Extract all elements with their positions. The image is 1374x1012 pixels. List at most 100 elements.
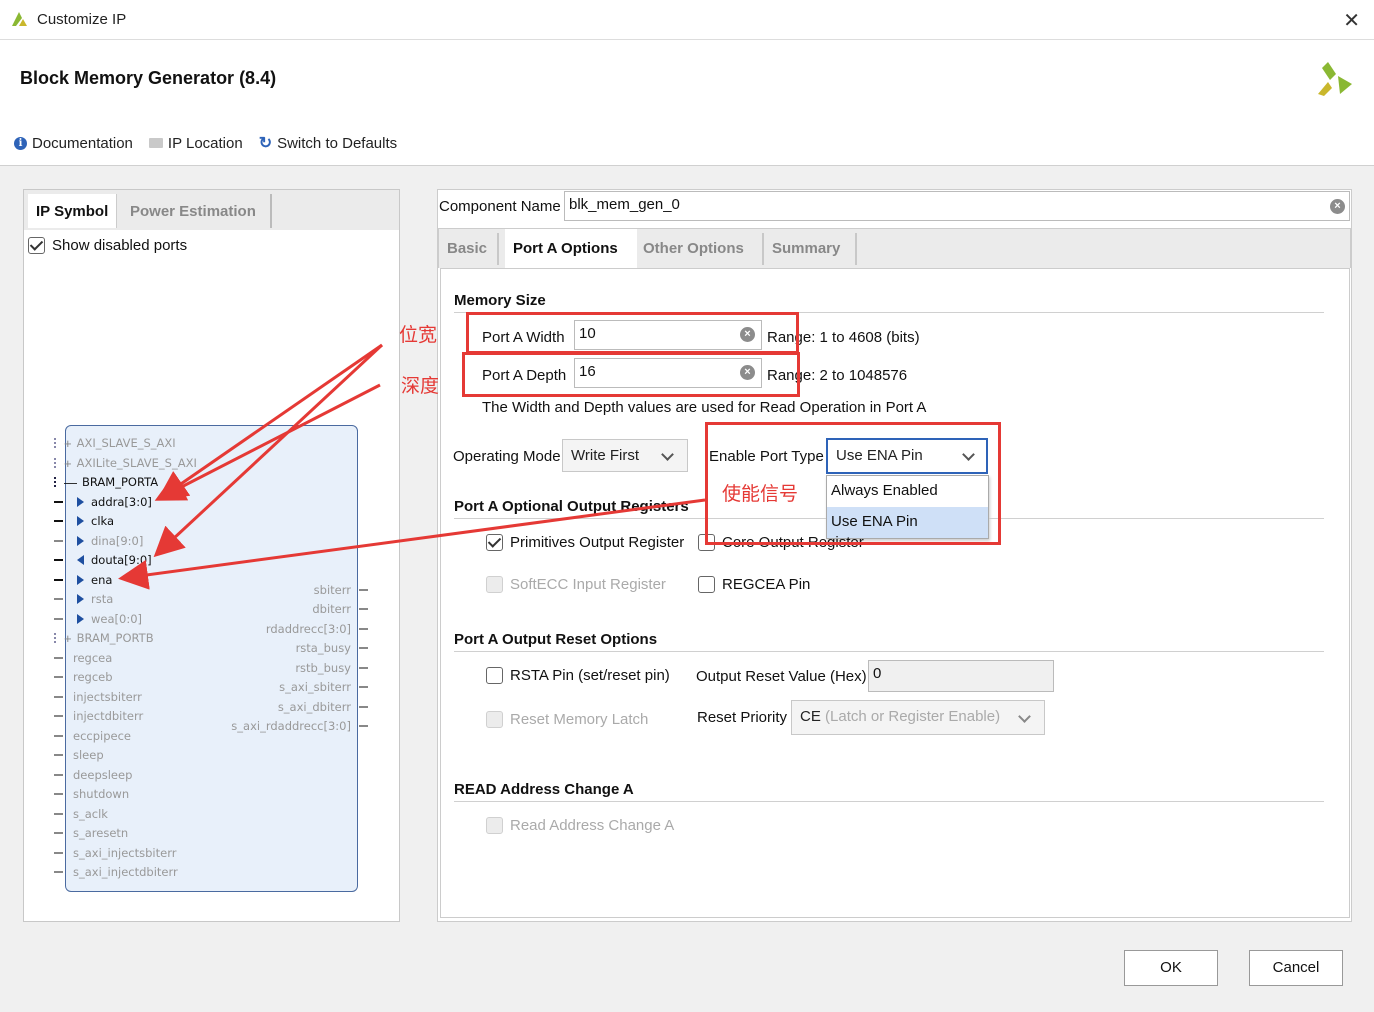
port-label: AXI_SLAVE_S_AXI	[76, 436, 176, 450]
port-out-rstb-busy: rstb_busy	[295, 661, 368, 675]
port-out-s-axi-rdaddrecc-3-0-: s_axi_rdaddrecc[3:0]	[231, 719, 368, 733]
switch-defaults-link[interactable]: ↻ Switch to Defaults	[259, 133, 397, 153]
ip-location-link[interactable]: IP Location	[148, 133, 243, 153]
cancel-button[interactable]: Cancel	[1249, 950, 1343, 986]
tab-power-estimation[interactable]: Power Estimation	[122, 194, 272, 228]
port-regcea: regcea	[54, 651, 112, 665]
collapse-icon[interactable]: —	[64, 475, 77, 490]
port-out-rsta-busy: rsta_busy	[296, 641, 368, 655]
rsta-pin[interactable]: RSTA Pin (set/reset pin)	[486, 667, 670, 684]
port-line	[54, 598, 63, 600]
expand-icon[interactable]: +	[64, 456, 72, 471]
port-label: rsta	[91, 592, 114, 606]
softecc-input-register[interactable]: SoftECC Input Register	[486, 576, 666, 593]
port-line	[54, 813, 63, 815]
port-dina-9-0-: dina[9:0]	[54, 534, 143, 548]
port-line	[54, 579, 63, 581]
close-icon[interactable]: ✕	[1343, 8, 1360, 33]
component-name-label: Component Name	[439, 198, 561, 215]
port-label: BRAM_PORTB	[76, 631, 154, 645]
port-rsta: rsta	[54, 592, 113, 606]
annotation-depth: 深度	[401, 375, 440, 397]
reset-latch-checkbox[interactable]	[486, 711, 503, 728]
port-line	[54, 871, 63, 873]
port-line	[54, 520, 63, 522]
softecc-checkbox[interactable]	[486, 576, 503, 593]
port-direction-icon	[77, 614, 84, 624]
port-line	[54, 540, 63, 542]
port-line	[54, 696, 63, 698]
read-address-checkbox[interactable]	[486, 817, 503, 834]
expand-icon[interactable]: +	[64, 631, 72, 646]
port-line	[54, 438, 58, 448]
reset-priority-label: Reset Priority	[697, 709, 788, 726]
port-label: regceb	[73, 670, 113, 684]
port-label: s_axi_dbiterr	[277, 700, 351, 714]
port-line	[54, 715, 63, 717]
folder-icon	[148, 138, 163, 148]
show-disabled-ports[interactable]: Show disabled ports	[28, 237, 187, 254]
port-label: douta[9:0]	[91, 553, 152, 567]
port-label: AXILite_SLAVE_S_AXI	[76, 456, 197, 470]
port-direction-icon	[77, 555, 84, 565]
port-label: s_aclk	[73, 807, 108, 821]
port-s-axi-injectsbiterr: s_axi_injectsbiterr	[54, 846, 176, 860]
xilinx-logo-icon	[1318, 62, 1352, 96]
reset-priority-select[interactable]: CE (Latch or Register Enable)	[791, 700, 1045, 735]
port-s-axi-injectdbiterr: s_axi_injectdbiterr	[54, 865, 178, 879]
reset-memory-latch[interactable]: Reset Memory Latch	[486, 711, 648, 728]
port-line	[54, 676, 63, 678]
port-label: rdaddrecc[3:0]	[265, 622, 351, 636]
port-line	[54, 633, 58, 643]
annotation-width: 位宽	[399, 324, 438, 346]
show-disabled-checkbox[interactable]	[28, 237, 45, 254]
tab-other-options[interactable]: Other Options	[635, 229, 752, 269]
operating-mode-select[interactable]: Write First	[562, 439, 688, 472]
read-address-change[interactable]: Read Address Change A	[486, 817, 674, 834]
port-label: rstb_busy	[295, 661, 351, 675]
tab-basic[interactable]: Basic	[439, 229, 495, 269]
port-injectsbiterr: injectsbiterr	[54, 690, 142, 704]
rsta-checkbox[interactable]	[486, 667, 503, 684]
port-line	[359, 608, 368, 610]
port-line	[54, 852, 63, 854]
port-line	[54, 793, 63, 795]
port-direction-icon	[77, 575, 84, 585]
port-label: ena	[91, 573, 113, 587]
clear-icon[interactable]: ×	[1330, 199, 1345, 214]
port-direction-icon	[77, 594, 84, 604]
port-clka: clka	[54, 514, 114, 528]
memory-size-header: Memory Size	[454, 292, 546, 309]
regcea-checkbox[interactable]	[698, 576, 715, 593]
port-label: deepsleep	[73, 768, 133, 782]
documentation-link[interactable]: i Documentation	[14, 133, 133, 153]
port-line	[54, 477, 58, 487]
ok-button[interactable]: OK	[1124, 950, 1218, 986]
port-label: s_axi_injectsbiterr	[73, 846, 177, 860]
primitives-checkbox[interactable]	[486, 534, 503, 551]
port-out-s-axi-sbiterr: s_axi_sbiterr	[279, 680, 368, 694]
port-line	[54, 754, 63, 756]
port-line	[54, 618, 63, 620]
chevron-down-icon	[661, 448, 674, 461]
expand-icon[interactable]: +	[64, 436, 72, 451]
tab-summary[interactable]: Summary	[764, 229, 848, 269]
regcea-pin[interactable]: REGCEA Pin	[698, 576, 810, 593]
port-out-s-axi-dbiterr: s_axi_dbiterr	[278, 700, 368, 714]
output-reset-input[interactable]: 0	[868, 660, 1054, 692]
primitives-output-register[interactable]: Primitives Output Register	[486, 534, 684, 551]
port-label: sleep	[73, 748, 104, 762]
port-shutdown: shutdown	[54, 787, 129, 801]
port-label: clka	[91, 514, 115, 528]
tab-separator	[855, 233, 857, 265]
tab-ip-symbol[interactable]: IP Symbol	[28, 194, 118, 228]
port-line	[54, 832, 63, 834]
port-wea-0-0-: wea[0:0]	[54, 612, 142, 626]
window-title: Customize IP	[37, 11, 127, 28]
tab-port-a-options[interactable]: Port A Options	[505, 229, 637, 269]
reset-options-header: Port A Output Reset Options	[454, 631, 658, 648]
title-bar: Customize IP ✕	[0, 0, 1374, 40]
port-line	[359, 725, 368, 727]
component-name-input[interactable]: blk_mem_gen_0	[564, 191, 1350, 221]
optional-registers-header: Port A Optional Output Registers	[454, 498, 689, 515]
